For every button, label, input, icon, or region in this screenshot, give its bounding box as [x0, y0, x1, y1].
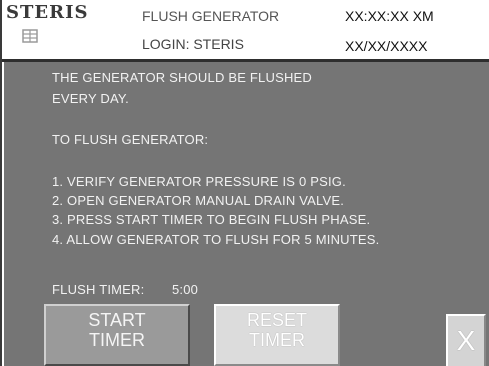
start-timer-label-1: START	[88, 310, 146, 330]
start-timer-button[interactable]: START TIMER	[44, 304, 190, 366]
screen-title: FLUSH GENERATOR	[142, 8, 280, 24]
reset-timer-button[interactable]: RESET TIMER	[214, 304, 340, 366]
flush-timer-label: FLUSH TIMER:	[52, 282, 145, 297]
instruction-panel: THE GENERATOR SHOULD BE FLUSHED EVERY DA…	[4, 62, 489, 366]
close-button[interactable]: X	[446, 314, 486, 366]
start-timer-label-2: TIMER	[89, 330, 145, 350]
clock-date: XX/XX/XXXX	[345, 38, 428, 54]
steris-emblem-icon	[22, 29, 38, 43]
login-status: LOGIN: STERIS	[142, 36, 244, 52]
notice-line-2: EVERY DAY.	[52, 91, 129, 106]
screen-frame: STERIS FLUSH GENERATOR LOGIN: STERIS XX:…	[0, 0, 489, 366]
notice-line-1: THE GENERATOR SHOULD BE FLUSHED	[52, 70, 312, 85]
flush-timer-value: 5:00	[172, 282, 199, 297]
clock-time: XX:XX:XX XM	[345, 8, 434, 24]
reset-timer-label-2: TIMER	[249, 330, 305, 350]
instructions-heading: TO FLUSH GENERATOR:	[52, 132, 209, 147]
header-bar: STERIS FLUSH GENERATOR LOGIN: STERIS XX:…	[2, 0, 489, 62]
step-1: 1. VERIFY GENERATOR PRESSURE IS 0 PSIG.	[52, 174, 346, 189]
steris-logo: STERIS	[6, 2, 89, 23]
step-2: 2. OPEN GENERATOR MANUAL DRAIN VALVE.	[52, 193, 345, 208]
step-3: 3. PRESS START TIMER TO BEGIN FLUSH PHAS…	[52, 212, 371, 227]
step-4: 4. ALLOW GENERATOR TO FLUSH FOR 5 MINUTE…	[52, 232, 380, 247]
reset-timer-label-1: RESET	[246, 310, 307, 330]
